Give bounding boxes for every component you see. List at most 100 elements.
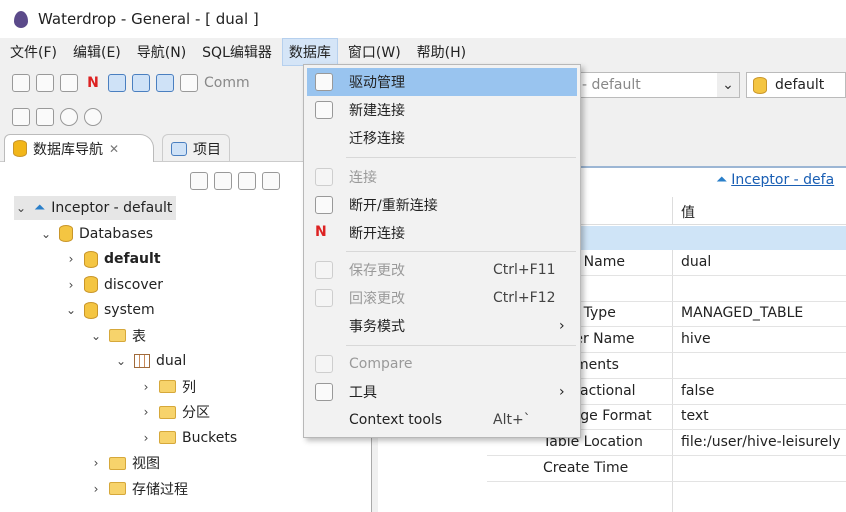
menu-item[interactable]: 工具 › xyxy=(307,378,577,406)
tree-item-label: default xyxy=(104,251,161,267)
new-connection-icon[interactable] xyxy=(214,172,232,190)
tree-item[interactable]: › 存储过程 xyxy=(89,477,188,501)
menu-sql-editor[interactable]: SQL编辑器 xyxy=(196,39,278,65)
chevron-down-icon[interactable]: ⌄ xyxy=(14,201,28,215)
new-connection-icon[interactable] xyxy=(12,74,30,92)
menu-item-label: Compare xyxy=(349,356,413,372)
menu-item[interactable]: 连接 xyxy=(307,163,577,191)
chevron-down-icon[interactable]: ⌄ xyxy=(89,329,103,343)
menu-item-label: Context tools xyxy=(349,412,443,428)
tree-item[interactable]: ⌄ ⏶ Inceptor - default xyxy=(14,196,177,220)
database-icon xyxy=(84,276,98,293)
chevron-right-icon[interactable]: › xyxy=(64,278,78,292)
menu-item-label: 回滚更改 xyxy=(349,291,405,307)
title-bar: Waterdrop - General - [ dual ] xyxy=(0,0,846,38)
database-icon xyxy=(84,301,98,319)
project-icon xyxy=(171,141,187,156)
rollback-icon xyxy=(315,289,333,307)
tree-item[interactable]: ⌄ system xyxy=(64,298,155,322)
chevron-right-icon[interactable]: › xyxy=(139,431,153,445)
chevron-right-icon[interactable]: › xyxy=(64,252,78,266)
tree-item[interactable]: › discover xyxy=(64,273,163,297)
driver-settings-icon[interactable] xyxy=(190,172,208,190)
chevron-right-icon[interactable]: › xyxy=(89,456,103,470)
tree-item-label: 表 xyxy=(132,328,146,345)
open-sql-script-icon[interactable] xyxy=(132,74,150,92)
chevron-right-icon[interactable]: › xyxy=(89,482,103,496)
active-schema-combo[interactable]: default xyxy=(746,72,846,98)
link-editor-icon[interactable] xyxy=(238,172,256,190)
tree-item-label: Buckets xyxy=(182,429,238,446)
sql-editor-icon[interactable] xyxy=(108,74,126,92)
tab-label: 数据库导航 xyxy=(33,141,103,158)
close-icon[interactable]: ✕ xyxy=(109,142,119,156)
menu-item-shortcut: Ctrl+F11 xyxy=(493,262,556,278)
menu-item[interactable]: Context tools Alt+` xyxy=(307,406,577,434)
tree-item[interactable]: › 视图 xyxy=(89,451,160,475)
reconnect-icon[interactable] xyxy=(60,74,78,92)
tree-item[interactable]: › Buckets xyxy=(139,426,238,450)
chevron-down-icon[interactable]: ⌄ xyxy=(114,354,128,368)
folder-icon xyxy=(109,329,126,342)
collapse-all-icon[interactable] xyxy=(262,172,280,190)
tree-item[interactable]: › 列 xyxy=(139,375,196,399)
menu-window[interactable]: 窗口(W) xyxy=(342,39,407,65)
tree-item-label: 存储过程 xyxy=(132,481,188,498)
menu-item[interactable]: 驱动管理 xyxy=(307,68,577,96)
connection-link-label[interactable]: Inceptor - defa xyxy=(731,172,834,188)
connection-link[interactable]: ⏶ Inceptor - defa xyxy=(716,172,834,188)
disconnect-icon[interactable]: N xyxy=(84,74,102,92)
menu-item-label: 新建连接 xyxy=(349,103,405,119)
menu-database[interactable]: 数据库 xyxy=(281,38,338,66)
menu-edit[interactable]: 编辑(E) xyxy=(67,39,127,65)
menu-navigate[interactable]: 导航(N) xyxy=(131,39,192,65)
tab-projects[interactable]: 项目 xyxy=(162,134,230,162)
chevron-down-icon[interactable]: ⌄ xyxy=(717,73,739,97)
menu-item-label: 断开/重新连接 xyxy=(349,198,438,214)
chevron-right-icon[interactable]: › xyxy=(139,380,153,394)
menu-help[interactable]: 帮助(H) xyxy=(411,39,472,65)
menu-item-label: 驱动管理 xyxy=(349,75,405,91)
folder-icon xyxy=(109,482,126,495)
tree-item-label: 列 xyxy=(182,379,196,396)
menu-item[interactable]: 新建连接 xyxy=(307,96,577,124)
chevron-down-icon[interactable]: ⌄ xyxy=(64,303,78,317)
tree-item[interactable]: ⌄ Databases xyxy=(39,222,153,246)
menu-item[interactable]: 保存更改 Ctrl+F11 xyxy=(307,256,577,284)
new-sql-script-icon[interactable] xyxy=(156,74,174,92)
waterdrop-logo-icon xyxy=(14,10,28,28)
database-menu-dropdown: 驱动管理新建连接迁移连接连接断开/重新连接 N 断开连接保存更改 Ctrl+F11 回滚… xyxy=(303,64,581,438)
save-icon[interactable] xyxy=(12,108,30,126)
menu-item-label: 事务模式 xyxy=(349,319,405,335)
commit-button[interactable]: Comm xyxy=(204,75,250,91)
tree-item[interactable]: › 分区 xyxy=(139,400,210,424)
menu-item[interactable]: 回滚更改 Ctrl+F12 xyxy=(307,284,577,312)
menu-item-label: 保存更改 xyxy=(349,263,405,279)
menu-item[interactable]: N 断开连接 xyxy=(307,219,577,247)
navigator-toolbar xyxy=(190,172,280,190)
connect-icon[interactable] xyxy=(36,74,54,92)
tools-icon xyxy=(315,383,333,401)
tree-item[interactable]: › default xyxy=(64,247,161,271)
tree-item[interactable]: ⌄ 表 xyxy=(89,324,146,348)
compare-icon xyxy=(315,355,333,373)
connect-icon xyxy=(315,168,333,186)
chevron-right-icon[interactable]: › xyxy=(139,405,153,419)
tree-item[interactable]: ⌄ dual xyxy=(114,349,186,373)
menu-bar: 文件(F) 编辑(E) 导航(N) SQL编辑器 数据库 窗口(W) 帮助(H) xyxy=(0,38,846,66)
forward-icon[interactable] xyxy=(84,108,102,126)
property-row[interactable]: Create Time xyxy=(487,456,846,482)
connection-icon: ⏶ xyxy=(34,200,46,216)
chevron-down-icon[interactable]: ⌄ xyxy=(39,227,53,241)
menu-file[interactable]: 文件(F) xyxy=(4,39,63,65)
menu-item[interactable]: 迁移连接 xyxy=(307,124,577,152)
commit-icon[interactable] xyxy=(180,74,198,92)
menu-item-label: 断开连接 xyxy=(349,226,405,242)
menu-item[interactable]: 断开/重新连接 xyxy=(307,191,577,219)
active-connection-combo[interactable]: - default ⌄ xyxy=(575,72,740,98)
menu-item[interactable]: Compare xyxy=(307,350,577,378)
menu-item[interactable]: 事务模式 › xyxy=(307,312,577,340)
back-icon[interactable] xyxy=(60,108,78,126)
export-icon[interactable] xyxy=(36,108,54,126)
tab-database-navigator[interactable]: 数据库导航 ✕ xyxy=(4,134,154,162)
